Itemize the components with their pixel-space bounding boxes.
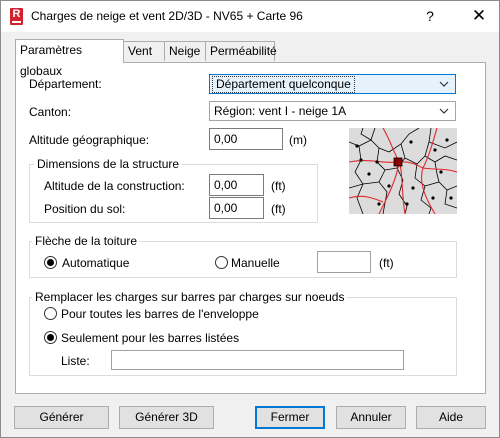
fleche-group-title: Flèche de la toiture — [32, 234, 141, 248]
generer-3d-button[interactable]: Générer 3D — [119, 406, 214, 429]
manuelle-radio[interactable] — [215, 256, 228, 269]
altitude-geo-unit: (m) — [289, 133, 307, 147]
automatique-label[interactable]: Automatique — [62, 256, 129, 270]
altitude-construction-unit: (ft) — [271, 179, 286, 193]
barres-listees-label[interactable]: Seulement pour les barres listées — [61, 331, 239, 345]
automatique-radio[interactable] — [44, 256, 57, 269]
liste-field[interactable] — [111, 350, 404, 370]
remplacer-group-title: Remplacer les charges sur barres par cha… — [32, 290, 348, 304]
liste-label: Liste: — [61, 354, 90, 368]
tab-permeabilite[interactable]: Perméabilité — [205, 41, 277, 61]
fermer-button[interactable]: Fermer — [255, 406, 325, 429]
departement-value: Département quelconque — [212, 76, 355, 93]
altitude-geo-field[interactable]: 0,00 — [209, 128, 283, 150]
position-sol-field[interactable]: 0,00 — [209, 197, 264, 219]
barres-listees-radio[interactable] — [44, 331, 57, 344]
title-bar: R Charges de neige et vent 2D/3D - NV65 … — [1, 1, 499, 32]
window-title: Charges de neige et vent 2D/3D - NV65 + … — [31, 9, 303, 23]
canton-label: Canton: — [29, 105, 72, 119]
app-icon: R — [10, 8, 23, 25]
chevron-down-icon — [439, 81, 449, 87]
departement-select[interactable]: Département quelconque — [209, 74, 456, 94]
region-map — [349, 128, 457, 214]
dialog-window: R Charges de neige et vent 2D/3D - NV65 … — [0, 0, 500, 438]
generer-button[interactable]: Générer — [14, 406, 109, 429]
tab-vent[interactable]: Vent — [123, 41, 165, 61]
dimensions-group-title: Dimensions de la structure — [34, 157, 183, 171]
fleche-value-field[interactable] — [317, 251, 371, 273]
toutes-barres-label[interactable]: Pour toutes les barres de l'enveloppe — [61, 307, 259, 321]
altitude-construction-label: Altitude de la construction: — [44, 179, 185, 193]
position-sol-label: Position du sol: — [44, 202, 126, 216]
altitude-construction-field[interactable]: 0,00 — [209, 174, 264, 196]
canton-select[interactable]: Région: vent I - neige 1A — [209, 101, 456, 121]
position-sol-unit: (ft) — [271, 202, 286, 216]
help-title-button[interactable]: ? — [420, 6, 440, 26]
altitude-geo-label: Altitude géographique: — [29, 133, 150, 147]
tab-neige[interactable]: Neige — [164, 41, 206, 61]
aide-button[interactable]: Aide — [416, 406, 486, 429]
chevron-down-icon — [439, 108, 449, 114]
canton-value: Région: vent I - neige 1A — [214, 104, 347, 118]
toutes-barres-radio[interactable] — [44, 307, 57, 320]
manuelle-label[interactable]: Manuelle — [231, 256, 280, 270]
fleche-unit: (ft) — [379, 256, 394, 270]
tab-parametres-globaux[interactable]: Paramètres globaux — [15, 39, 124, 78]
close-button[interactable]: ✕ — [469, 6, 489, 26]
annuler-button[interactable]: Annuler — [336, 406, 406, 429]
